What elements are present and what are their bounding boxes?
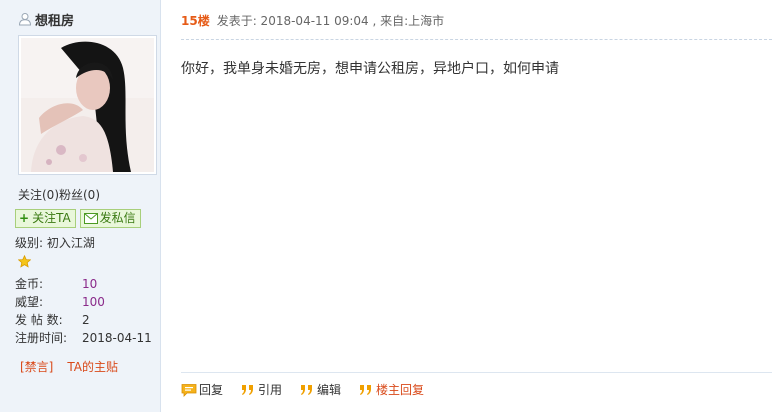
user-stats: 金币: 10 威望: 100 发 帖 数: 2 注册时间: 2018-04-11	[15, 275, 152, 347]
stat-key: 威望:	[15, 295, 44, 309]
user-level: 级别: 初入江湖	[15, 236, 95, 250]
stat-key: 注册时间:	[15, 331, 68, 345]
header-divider	[181, 39, 772, 40]
quote-icon	[360, 384, 372, 395]
user-threads-link[interactable]: TA的主贴	[67, 358, 118, 375]
message-button[interactable]: 发私信	[79, 209, 141, 228]
stat-key: 发 帖 数:	[15, 313, 63, 327]
reply-button[interactable]: 回复	[181, 381, 223, 398]
op-reply-label: 楼主回复	[376, 383, 425, 397]
op-reply-button[interactable]: 楼主回复	[358, 381, 424, 398]
post-actions: 回复 引用 编辑 楼主回复	[181, 381, 441, 398]
username[interactable]: 想租房	[35, 10, 74, 29]
reply-label: 回复	[199, 383, 224, 397]
ban-link[interactable]: [禁言]	[20, 358, 53, 375]
quote-icon	[301, 384, 313, 395]
stat-key: 金币:	[15, 277, 44, 291]
post-body: 15楼 发表于: 2018-04-11 09:04 , 来自:上海市 你好，我单…	[161, 0, 772, 412]
quote-label: 引用	[258, 383, 283, 397]
plus-icon: +	[19, 211, 30, 225]
floor-number[interactable]: 15楼	[181, 12, 210, 29]
stat-value: 100	[82, 295, 105, 309]
envelope-icon	[83, 213, 98, 224]
footer-divider	[181, 372, 772, 373]
post-header: 15楼 发表于: 2018-04-11 09:04 , 来自:上海市	[181, 11, 444, 29]
avatar[interactable]	[18, 35, 157, 175]
user-icon	[18, 13, 32, 26]
edit-button[interactable]: 编辑	[299, 381, 341, 398]
quote-button[interactable]: 引用	[240, 381, 282, 398]
message-button-label: 发私信	[99, 211, 136, 225]
stat-value: 2	[82, 313, 90, 327]
stat-value: 10	[82, 277, 98, 291]
post-meta: 发表于: 2018-04-11 09:04 , 来自:上海市	[216, 13, 445, 28]
star-icon	[18, 255, 31, 268]
profile-buttons: + 关注TA 发私信	[15, 209, 141, 228]
stat-row: 注册时间: 2018-04-11	[15, 329, 152, 347]
moderation-links: [禁言] TA的主贴	[20, 358, 118, 375]
follow-stats[interactable]: 关注(0)粉丝(0)	[18, 186, 100, 203]
username-row: 想租房	[18, 10, 74, 29]
follow-button[interactable]: + 关注TA	[15, 209, 76, 228]
stat-row: 金币: 10	[15, 275, 152, 293]
user-sidebar: 想租房 关注(0)粉丝(0) + 关注TA 发私信 级别: 初入江湖 金币: 1…	[0, 0, 161, 412]
post-content: 你好，我单身未婚无房，想申请公租房，异地户口，如何申请	[181, 61, 559, 77]
speech-bubble-icon	[181, 383, 197, 397]
avatar-image	[21, 38, 154, 172]
stat-row: 发 帖 数: 2	[15, 311, 152, 329]
edit-label: 编辑	[317, 383, 342, 397]
follow-button-label: 关注TA	[32, 211, 71, 225]
stat-row: 威望: 100	[15, 293, 152, 311]
quote-icon	[242, 384, 254, 395]
stat-value: 2018-04-11	[82, 331, 152, 345]
